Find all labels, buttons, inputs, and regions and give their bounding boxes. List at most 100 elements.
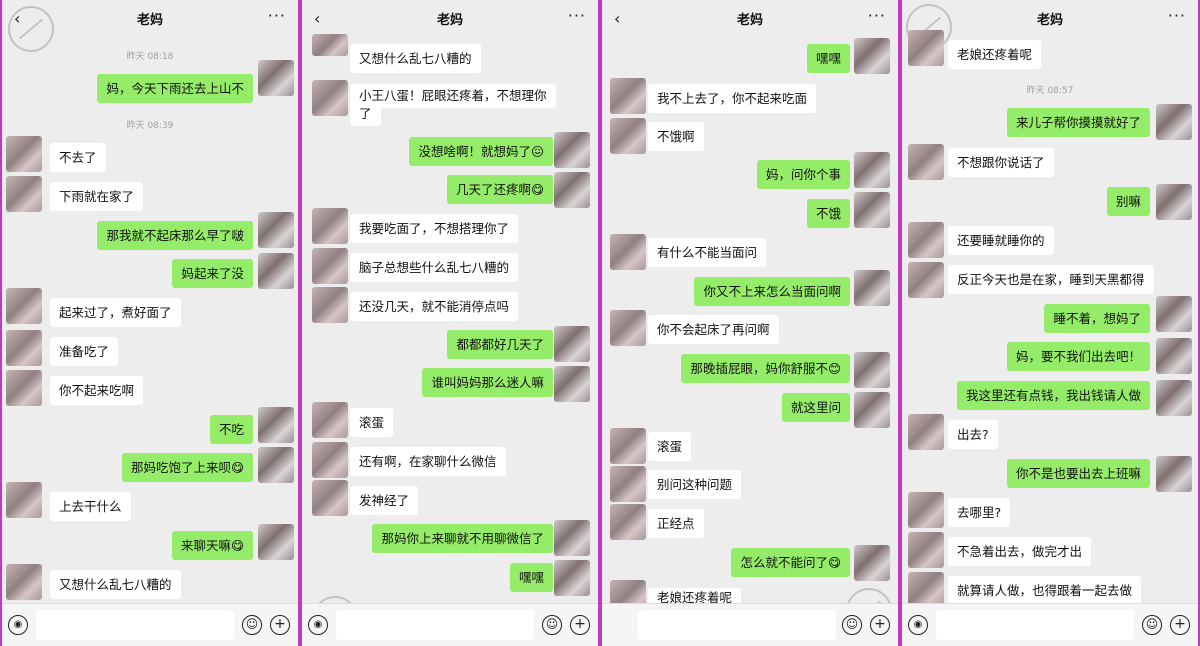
message-bubble-out[interactable]: 那妈吃饱了上来呗😋	[121, 453, 253, 482]
avatar-contact[interactable]	[312, 248, 348, 284]
message-bubble-out[interactable]: 那我就不起床那么早了啵	[97, 221, 253, 250]
avatar-self[interactable]	[258, 447, 294, 483]
emoji-icon[interactable]: ☺	[842, 615, 862, 635]
message-bubble-out[interactable]: 不吃	[209, 415, 253, 444]
avatar-self[interactable]	[854, 392, 890, 428]
message-bubble-in[interactable]: 就算请人做，也得跟着一起去做	[948, 576, 1142, 605]
message-bubble-in[interactable]: 又想什么乱七八糟的	[50, 570, 181, 599]
message-bubble-in[interactable]: 你不起来吃啊	[50, 376, 144, 405]
message-bubble-in[interactable]: 了	[350, 104, 381, 126]
message-input[interactable]	[336, 610, 534, 640]
avatar-contact[interactable]	[6, 330, 42, 366]
plus-icon[interactable]: +	[1170, 615, 1190, 635]
avatar-self[interactable]	[1156, 296, 1192, 332]
voice-icon[interactable]: ◉	[8, 615, 28, 635]
plus-icon[interactable]: +	[570, 615, 590, 635]
emoji-icon[interactable]: ☺	[242, 615, 262, 635]
avatar-contact[interactable]	[610, 78, 646, 114]
avatar-self[interactable]	[1156, 184, 1192, 220]
message-bubble-out[interactable]: 就这里问	[781, 393, 850, 422]
emoji-icon[interactable]: ☺	[542, 615, 562, 635]
message-bubble-in[interactable]: 反正今天也是在家，睡到天黑都得	[948, 265, 1154, 294]
message-bubble-in[interactable]: 正经点	[648, 509, 704, 538]
avatar-self[interactable]	[854, 352, 890, 388]
avatar-contact[interactable]	[610, 310, 646, 346]
avatar-self[interactable]	[554, 132, 590, 168]
message-input[interactable]	[36, 610, 234, 640]
avatar-self[interactable]	[554, 366, 590, 402]
message-bubble-in[interactable]: 下雨就在家了	[50, 182, 144, 211]
message-bubble-out[interactable]: 都都都好几天了	[447, 330, 553, 359]
message-bubble-in[interactable]: 老娘还疼着呢	[948, 40, 1042, 69]
message-bubble-in[interactable]: 滚蛋	[648, 432, 692, 461]
message-bubble-out[interactable]: 怎么就不能问了😋	[731, 548, 850, 577]
message-bubble-out[interactable]: 妈，今天下雨还去上山不	[97, 74, 253, 103]
message-bubble-out[interactable]: 你又不上来怎么当面问啊	[694, 277, 850, 306]
message-bubble-in[interactable]: 又想什么乱七八糟的	[350, 44, 481, 73]
avatar-contact[interactable]	[908, 144, 944, 180]
avatar-self[interactable]	[554, 520, 590, 556]
avatar-contact[interactable]	[610, 428, 646, 464]
avatar-contact[interactable]	[312, 208, 348, 244]
avatar-contact[interactable]	[908, 30, 944, 66]
message-bubble-in[interactable]: 不想跟你说话了	[948, 148, 1054, 177]
avatar-contact[interactable]	[610, 118, 646, 154]
message-bubble-out[interactable]: 那晚插屁眼，妈你舒服不😊	[681, 354, 850, 383]
avatar-self[interactable]	[854, 270, 890, 306]
avatar-contact[interactable]	[908, 532, 944, 568]
avatar-contact[interactable]	[610, 504, 646, 540]
message-bubble-in[interactable]: 还要睡就睡你的	[948, 226, 1054, 255]
avatar-self[interactable]	[258, 524, 294, 560]
avatar-self[interactable]	[854, 545, 890, 581]
emoji-icon[interactable]: ☺	[1142, 615, 1162, 635]
message-bubble-out[interactable]: 妈，要不我们出去吧！	[1006, 342, 1150, 371]
avatar-contact[interactable]	[312, 480, 348, 516]
avatar-contact[interactable]	[312, 34, 348, 56]
avatar-self[interactable]	[554, 172, 590, 208]
plus-icon[interactable]: +	[870, 615, 890, 635]
avatar-contact[interactable]	[312, 287, 348, 323]
message-input[interactable]	[638, 610, 836, 640]
message-bubble-in[interactable]: 有什么不能当面问	[648, 238, 767, 267]
message-bubble-in[interactable]: 不急着出去，做完才出	[948, 537, 1092, 566]
message-bubble-out[interactable]: 那妈你上来聊就不用聊微信了	[372, 524, 553, 553]
more-icon[interactable]: ···	[268, 6, 286, 25]
message-bubble-in[interactable]: 别问这种问题	[648, 470, 742, 499]
avatar-contact[interactable]	[610, 234, 646, 270]
message-bubble-out[interactable]: 谁叫妈妈那么迷人嘛	[422, 368, 553, 397]
message-bubble-out[interactable]: 来儿子帮你摸摸就好了	[1006, 108, 1150, 137]
avatar-contact[interactable]	[6, 176, 42, 212]
avatar-contact[interactable]	[610, 466, 646, 502]
avatar-self[interactable]	[258, 407, 294, 443]
message-bubble-in[interactable]: 上去干什么	[50, 492, 131, 521]
message-bubble-in[interactable]: 不去了	[50, 143, 106, 172]
message-bubble-in[interactable]: 去哪里?	[948, 498, 1011, 527]
message-bubble-in[interactable]: 还有啊，在家聊什么微信	[350, 447, 506, 476]
voice-icon[interactable]: ◉	[908, 615, 928, 635]
avatar-contact[interactable]	[908, 222, 944, 258]
message-bubble-out[interactable]: 妈起来了没	[172, 259, 253, 288]
avatar-contact[interactable]	[6, 564, 42, 600]
avatar-self[interactable]	[258, 253, 294, 289]
message-bubble-out[interactable]: 几天了还疼啊😋	[446, 175, 553, 204]
avatar-contact[interactable]	[908, 492, 944, 528]
avatar-contact[interactable]	[908, 414, 944, 450]
avatar-contact[interactable]	[6, 288, 42, 324]
message-bubble-in[interactable]: 我不上去了，你不起来吃面	[648, 84, 817, 113]
avatar-self[interactable]	[1156, 380, 1192, 416]
avatar-self[interactable]	[554, 560, 590, 596]
avatar-contact[interactable]	[312, 402, 348, 438]
avatar-contact[interactable]	[312, 80, 348, 116]
message-bubble-in[interactable]: 准备吃了	[50, 337, 119, 366]
message-bubble-out[interactable]: 你不是也要出去上班嘛	[1006, 459, 1150, 488]
message-bubble-out[interactable]: 我这里还有点钱，我出钱请人做	[956, 381, 1150, 410]
message-bubble-out[interactable]: 睡不着，想妈了	[1044, 304, 1150, 333]
message-bubble-in[interactable]: 发神经了	[350, 486, 419, 515]
message-bubble-out[interactable]: 没想啥啊！就想妈了😖	[409, 137, 553, 166]
voice-icon[interactable]: ◉	[308, 615, 328, 635]
more-icon[interactable]: ···	[1168, 6, 1186, 25]
message-bubble-in[interactable]: 出去?	[948, 420, 998, 449]
message-bubble-in[interactable]: 你不会起床了再问啊	[648, 315, 779, 344]
message-bubble-in[interactable]: 不饿啊	[648, 122, 704, 151]
avatar-contact[interactable]	[312, 442, 348, 478]
